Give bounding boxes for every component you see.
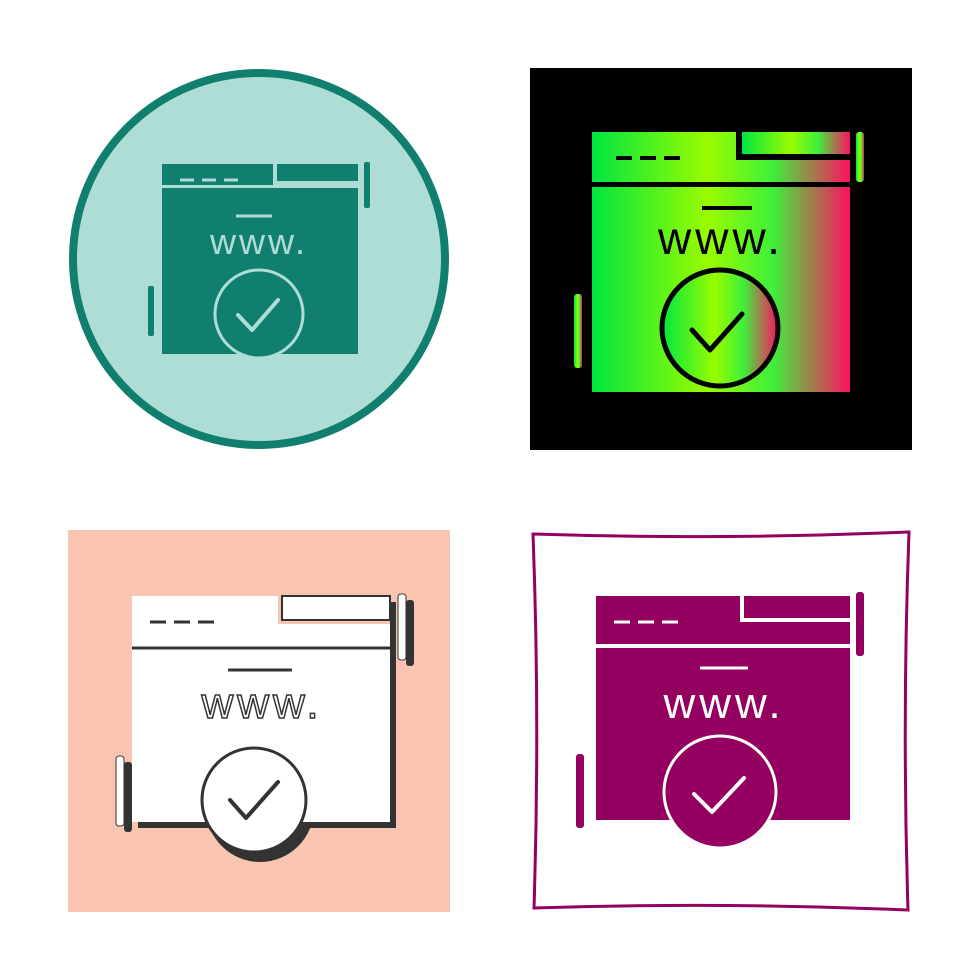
website-check-icon: www. (530, 68, 912, 450)
www-label: www. (657, 212, 784, 264)
website-check-icon: www. (531, 530, 911, 912)
website-check-icon: www. (69, 69, 449, 449)
icon-tile-magenta-outline: www. (530, 530, 912, 912)
icon-tile-peach: www. (68, 530, 450, 912)
www-label: www. (662, 679, 784, 728)
icon-tile-circle-teal: www. (68, 68, 450, 450)
www-label: www. (200, 679, 322, 728)
icon-tile-black-gradient: www. (530, 68, 912, 450)
www-label: www. (209, 221, 308, 262)
website-check-icon: www. (68, 530, 450, 912)
